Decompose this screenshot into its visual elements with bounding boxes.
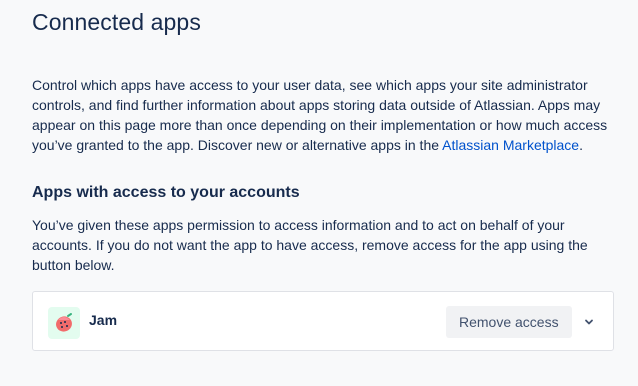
section-description: You’ve given these apps permission to ac… xyxy=(32,217,588,273)
intro-paragraph: Control which apps have access to your u… xyxy=(32,75,622,155)
page-title: Connected apps xyxy=(32,9,201,35)
atlassian-marketplace-link[interactable]: Atlassian Marketplace xyxy=(442,137,579,153)
app-name: Jam xyxy=(89,312,118,328)
intro-suffix: . xyxy=(579,137,583,153)
section-title: Apps with access to your accounts xyxy=(32,184,300,201)
connected-apps-page: Connected apps Control which apps have a… xyxy=(0,0,638,386)
app-card-jam: Jam Remove access xyxy=(32,291,614,351)
jam-logo-icon xyxy=(48,307,80,339)
remove-access-button[interactable]: Remove access xyxy=(446,306,572,338)
chevron-down-icon[interactable] xyxy=(579,312,599,332)
